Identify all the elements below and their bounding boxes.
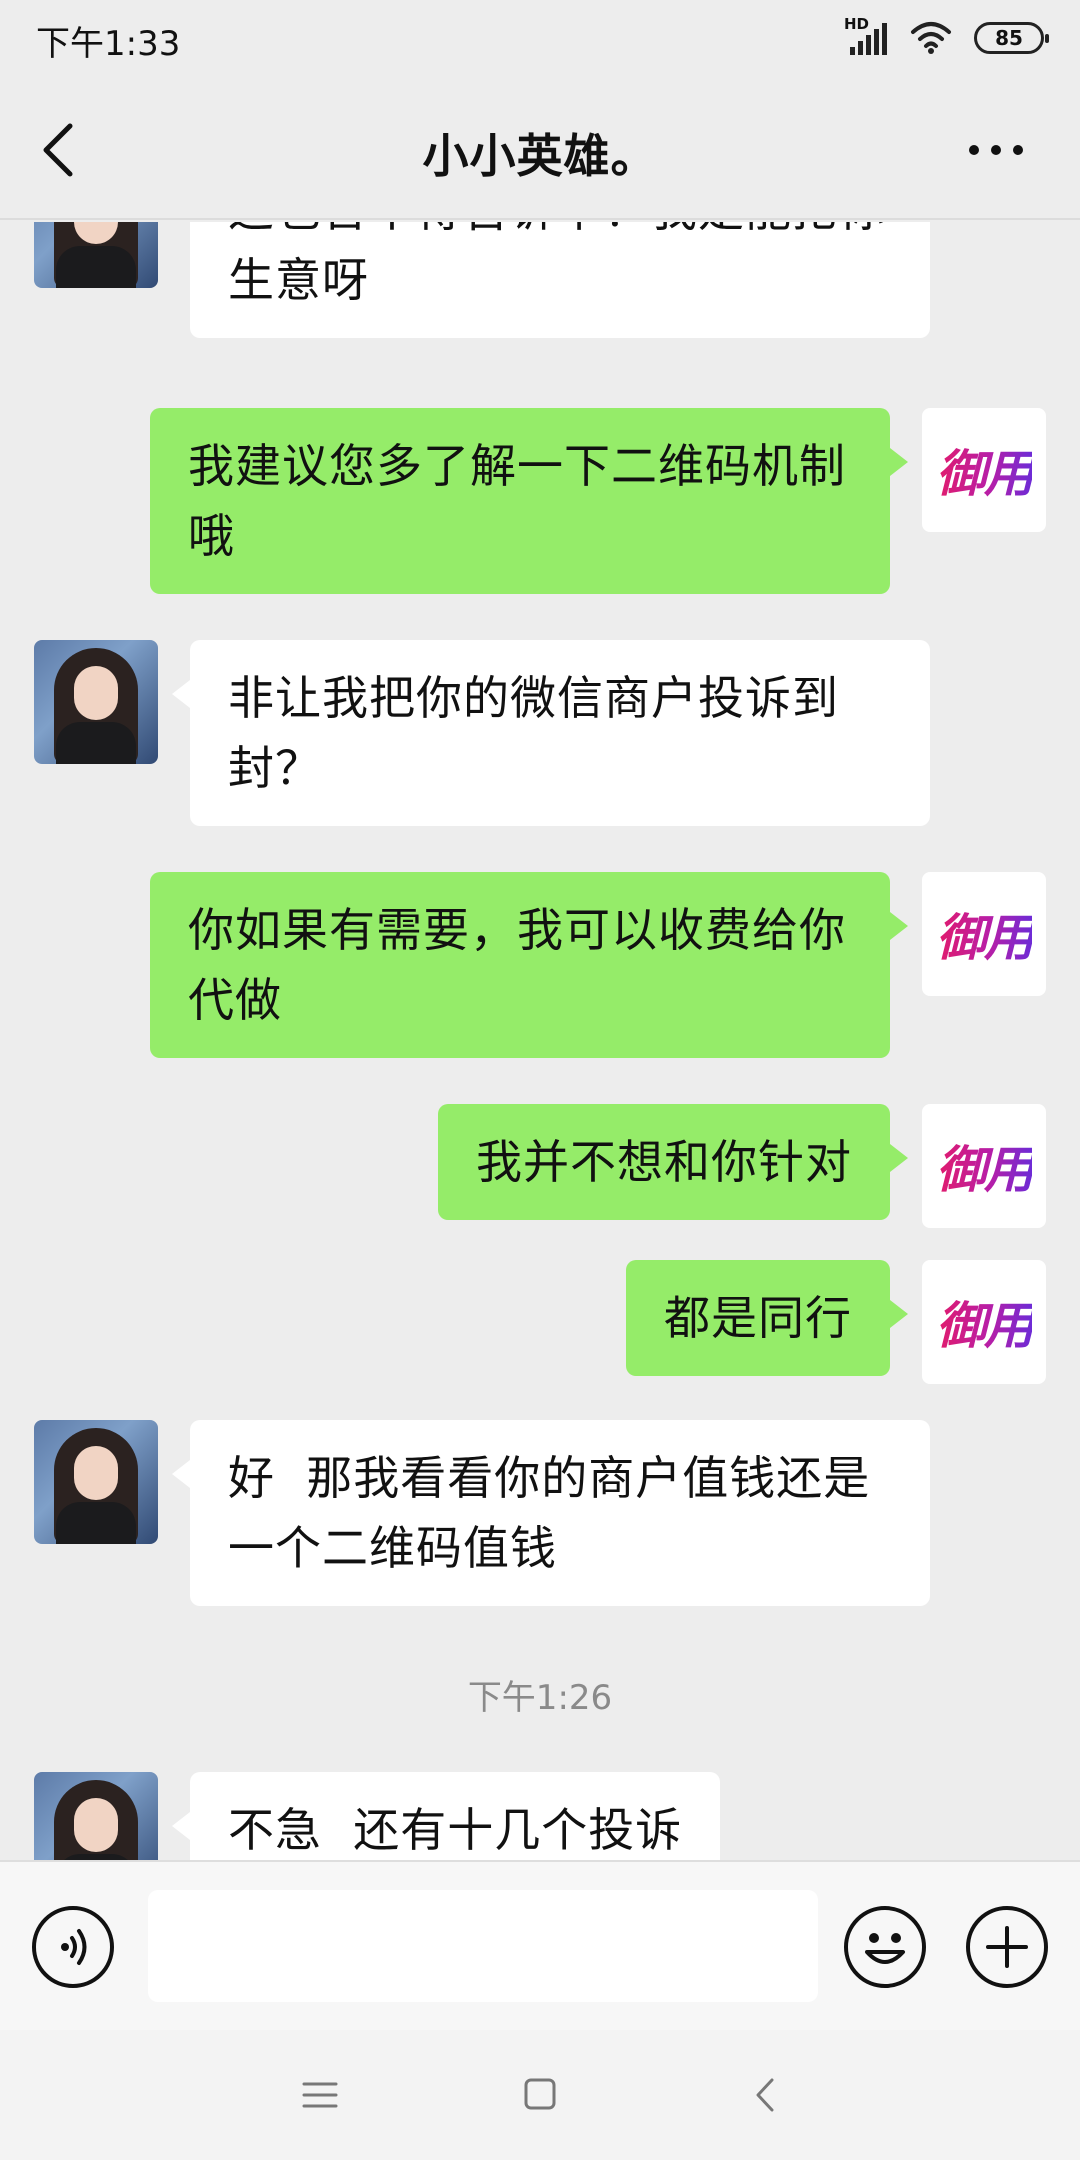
system-nav-bar (0, 2030, 1080, 2160)
nav-home-button[interactable] (510, 2070, 570, 2120)
battery-level: 85 (995, 26, 1023, 50)
battery-indicator: 85 (974, 22, 1049, 54)
status-time: 下午1:33 (36, 24, 181, 64)
nav-back-button[interactable] (736, 2070, 796, 2120)
contact-avatar-icon[interactable] (34, 1420, 158, 1544)
more-options-button[interactable] (966, 132, 1026, 168)
self-avatar-label: 御用 (936, 1286, 1034, 1358)
chat-title: 小小英雄。 (422, 129, 658, 183)
input-bar (0, 1860, 1080, 2030)
self-avatar[interactable]: 御用 (922, 872, 1046, 996)
back-triangle-icon (756, 2078, 774, 2112)
self-avatar[interactable]: 御用 (922, 1260, 1046, 1384)
message-list[interactable]: 这也舍不得告诉下？我是能抢你生意呀 御用 我建议您多了解一下二维码机制哦 非让我… (0, 222, 1080, 1860)
emoji-button[interactable] (844, 1906, 926, 1988)
status-icons: HD 85 (844, 15, 1049, 58)
self-avatar[interactable]: 御用 (922, 408, 1046, 532)
more-dots-icon (969, 145, 1023, 155)
status-bar: 下午1:33 HD 85 (0, 0, 1080, 76)
self-avatar-label: 御用 (936, 434, 1034, 506)
network-type-label: HD (844, 15, 870, 33)
message-bubble[interactable]: 好 那我看看你的商户值钱还是一个二维码值钱 (172, 1420, 930, 1606)
contact-avatar-icon[interactable] (34, 1772, 158, 1860)
message-bubble[interactable]: 我并不想和你针对 (438, 1104, 908, 1220)
cell-signal-icon: HD (844, 15, 888, 57)
message-incoming: 好 那我看看你的商户值钱还是一个二维码值钱 (0, 1420, 1080, 1620)
menu-icon (302, 2082, 338, 2108)
message-bubble[interactable]: 这也舍不得告诉下？我是能抢你生意呀 (190, 222, 930, 338)
message-outgoing: 御用 我建议您多了解一下二维码机制哦 (0, 408, 1080, 608)
contact-avatar-icon[interactable] (34, 640, 158, 764)
voice-icon (61, 1929, 87, 1965)
message-outgoing: 御用 都是同行 (0, 1260, 1080, 1384)
self-avatar[interactable]: 御用 (922, 1104, 1046, 1228)
self-avatar-label: 御用 (936, 1130, 1034, 1202)
message-bubble[interactable]: 你如果有需要，我可以收费给你代做 (150, 872, 908, 1058)
message-incoming: 不急 还有十几个投诉 (0, 1772, 1080, 1860)
time-separator: 下午1:26 (467, 1678, 613, 1718)
message-input[interactable] (148, 1890, 818, 2002)
message-bubble[interactable]: 我建议您多了解一下二维码机制哦 (150, 408, 908, 594)
self-avatar-label: 御用 (936, 898, 1034, 970)
message-incoming: 非让我把你的微信商户投诉到封？ (0, 640, 1080, 840)
more-functions-button[interactable] (966, 1906, 1048, 1988)
message-incoming: 这也舍不得告诉下？我是能抢你生意呀 (0, 222, 1080, 372)
plus-icon (986, 1926, 1028, 1968)
message-bubble[interactable]: 非让我把你的微信商户投诉到封？ (172, 640, 930, 826)
message-bubble[interactable]: 不急 还有十几个投诉 (171, 1772, 721, 1860)
emoji-icon (865, 1933, 905, 1964)
contact-avatar-icon[interactable] (34, 222, 158, 288)
chat-header: 小小英雄。 (0, 76, 1080, 220)
voice-button[interactable] (32, 1906, 114, 1988)
nav-menu-button[interactable] (290, 2070, 350, 2120)
message-bubble[interactable]: 都是同行 (626, 1260, 908, 1376)
message-outgoing: 御用 你如果有需要，我可以收费给你代做 (0, 872, 1080, 1072)
home-square-icon (524, 2078, 556, 2110)
message-outgoing: 御用 我并不想和你针对 (0, 1104, 1080, 1228)
chat-screen: 下午1:33 HD 85 小小英雄。 生意呀 御用 我建议您多了解一下二维码机制… (0, 0, 1080, 2160)
wifi-icon (910, 21, 952, 55)
